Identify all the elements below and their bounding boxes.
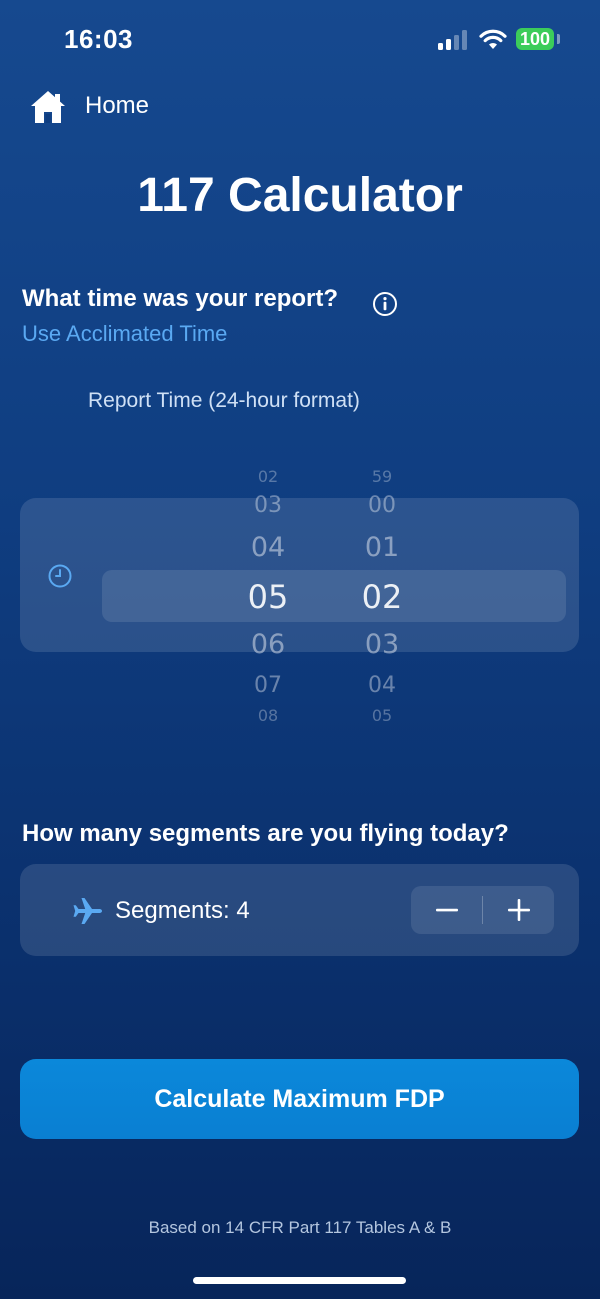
segments-question: How many segments are you flying today? (22, 820, 509, 847)
minute-option-selected[interactable]: 02 (342, 578, 422, 616)
cellular-signal-icon (438, 30, 468, 50)
footer-note: Based on 14 CFR Part 117 Tables A & B (148, 1218, 452, 1237)
home-indicator[interactable] (193, 1277, 406, 1284)
info-icon[interactable] (372, 291, 398, 317)
report-question: What time was your report? (22, 285, 339, 312)
hour-option[interactable]: 07 (228, 673, 308, 698)
hour-option[interactable]: 08 (228, 706, 308, 725)
battery-nub (557, 34, 560, 44)
minute-option[interactable]: 59 (342, 467, 422, 486)
clock-icon (48, 564, 72, 588)
hour-option[interactable]: 04 (228, 532, 308, 563)
hour-option[interactable]: 03 (228, 493, 308, 518)
status-time: 16:03 (64, 24, 133, 54)
minute-option[interactable]: 03 (342, 629, 422, 660)
hour-option[interactable]: 06 (228, 629, 308, 660)
picker-selection-highlight (102, 570, 566, 622)
use-acclimated-time-link[interactable]: Use Acclimated Time (22, 321, 227, 347)
increment-button[interactable] (483, 886, 554, 934)
hour-option-selected[interactable]: 05 (228, 578, 308, 616)
calculate-button[interactable]: Calculate Maximum FDP (20, 1059, 579, 1139)
airplane-icon (73, 898, 102, 924)
segments-stepper[interactable] (411, 886, 554, 934)
minute-option[interactable]: 00 (342, 493, 422, 518)
minute-option[interactable]: 04 (342, 673, 422, 698)
minute-option[interactable]: 01 (342, 532, 422, 563)
decrement-button[interactable] (411, 886, 482, 934)
house-icon[interactable] (28, 88, 68, 126)
battery-indicator: 100 (516, 28, 555, 50)
hour-option[interactable]: 02 (228, 467, 308, 486)
minute-option[interactable]: 05 (342, 706, 422, 725)
picker-caption: Report Time (24-hour format) (88, 389, 360, 412)
home-link[interactable]: Home (85, 92, 149, 120)
wifi-icon (479, 29, 507, 49)
page-title: 117 Calculator (137, 169, 463, 222)
segments-label: Segments: 4 (115, 897, 250, 924)
